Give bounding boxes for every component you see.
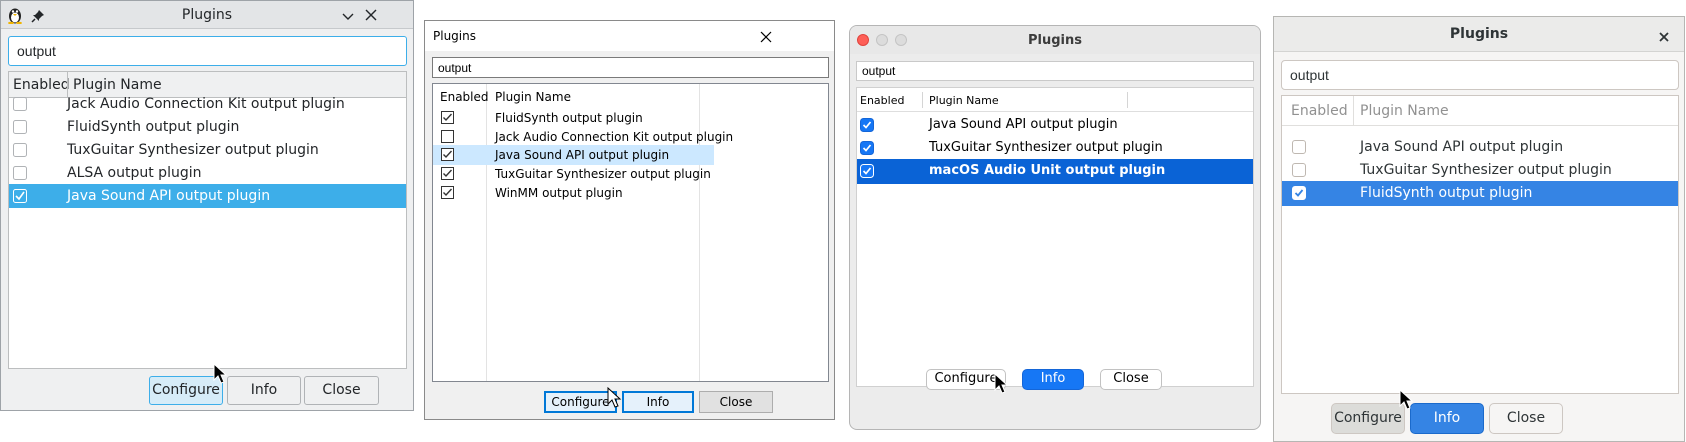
search-input[interactable] — [856, 61, 1254, 81]
window-title: Plugins — [1449, 26, 1509, 42]
enabled-checkbox-checked[interactable] — [441, 111, 455, 125]
plugin-name: Java Sound API output plugin — [1360, 139, 1564, 155]
table-row[interactable]: Jack Audio Connection Kit output plugin — [433, 127, 828, 147]
enabled-checkbox-checked[interactable] — [860, 141, 874, 155]
window-title: Plugins — [1028, 33, 1082, 48]
enabled-checkbox-checked[interactable] — [441, 148, 455, 162]
close-icon[interactable] — [364, 7, 378, 21]
close-button[interactable]: Close — [304, 376, 379, 405]
mouse-pointer-icon — [994, 372, 1010, 395]
column-divider — [922, 92, 923, 108]
plugin-name: TuxGuitar Synthesizer output plugin — [67, 142, 319, 158]
mouse-pointer-icon — [1399, 388, 1415, 411]
info-button[interactable]: Info — [1410, 403, 1484, 434]
plugin-name: TuxGuitar Synthesizer output plugin — [495, 167, 711, 181]
table-row[interactable]: TuxGuitar Synthesizer output plugin — [433, 164, 828, 184]
plugin-name: ALSA output plugin — [67, 165, 202, 181]
plugins-window-windows: Plugins Enabled Plugin Name FluidSynth o… — [424, 20, 835, 420]
plugin-name: macOS Audio Unit output plugin — [929, 163, 1166, 178]
enabled-checkbox[interactable] — [1292, 163, 1306, 177]
enabled-checkbox[interactable] — [13, 97, 27, 111]
configure-button[interactable]: Configure — [149, 376, 223, 405]
table-header: Enabled Plugin Name — [857, 88, 1253, 112]
column-header-plugin-name[interactable]: Plugin Name — [73, 77, 162, 93]
titlebar[interactable]: Plugins — [425, 21, 834, 51]
plugin-name: TuxGuitar Synthesizer output plugin — [1360, 162, 1612, 178]
close-icon[interactable] — [1658, 28, 1670, 42]
table-row-selected[interactable]: Java Sound API output plugin — [9, 184, 406, 208]
table-header: Enabled Plugin Name — [1282, 96, 1678, 126]
table-row[interactable]: TuxGuitar Synthesizer output plugin — [9, 138, 406, 162]
plugin-name: FluidSynth output plugin — [1360, 185, 1533, 201]
plugin-name: TuxGuitar Synthesizer output plugin — [929, 140, 1163, 155]
table-row[interactable]: TuxGuitar Synthesizer output plugin — [1282, 158, 1678, 183]
column-header-enabled[interactable]: Enabled — [860, 94, 904, 107]
table-row[interactable]: FluidSynth output plugin — [433, 108, 828, 128]
plugins-window-kde: Plugins Enabled Plugin Name Jack Audio C… — [0, 0, 414, 411]
plugins-window-macos: Plugins Enabled Plugin Name Java Sound A… — [849, 25, 1261, 430]
enabled-checkbox-checked[interactable] — [441, 167, 455, 181]
column-header-enabled[interactable]: Enabled — [1291, 103, 1348, 119]
plugin-name: Java Sound API output plugin — [929, 117, 1118, 132]
column-header-plugin-name[interactable]: Plugin Name — [1360, 103, 1449, 119]
plugin-name: WinMM output plugin — [495, 186, 623, 200]
configure-button[interactable]: Configure — [1331, 403, 1405, 434]
plugin-table[interactable]: Enabled Plugin Name FluidSynth output pl… — [432, 83, 829, 382]
column-header-plugin-name[interactable]: Plugin Name — [495, 90, 571, 104]
titlebar[interactable]: Plugins — [1, 1, 413, 29]
table-row[interactable]: Java Sound API output plugin — [1282, 135, 1678, 160]
enabled-checkbox[interactable] — [13, 143, 27, 157]
plugin-table[interactable]: Enabled Plugin Name Java Sound API outpu… — [1281, 95, 1679, 394]
enabled-checkbox-checked[interactable] — [13, 189, 27, 203]
enabled-checkbox-checked[interactable] — [860, 164, 874, 178]
info-button[interactable]: Info — [1022, 369, 1084, 390]
plugin-name: Jack Audio Connection Kit output plugin — [495, 130, 734, 144]
table-row[interactable]: TuxGuitar Synthesizer output plugin — [857, 136, 1253, 161]
table-row-selected[interactable]: macOS Audio Unit output plugin — [857, 159, 1253, 184]
plugin-name: Java Sound API output plugin — [67, 188, 271, 204]
enabled-checkbox[interactable] — [13, 120, 27, 134]
plugin-table[interactable]: Enabled Plugin Name Jack Audio Connectio… — [8, 71, 407, 369]
table-row-selected[interactable]: Java Sound API output plugin — [433, 145, 714, 165]
titlebar[interactable]: Plugins — [1274, 17, 1684, 52]
column-header-enabled[interactable]: Enabled — [13, 77, 70, 93]
enabled-checkbox-checked[interactable] — [860, 118, 874, 132]
mouse-pointer-icon — [607, 386, 623, 409]
table-row[interactable]: Java Sound API output plugin — [857, 113, 1253, 138]
plugin-name: FluidSynth output plugin — [67, 119, 240, 135]
plugin-name: Java Sound API output plugin — [495, 148, 670, 162]
plugin-table[interactable]: Enabled Plugin Name Java Sound API outpu… — [856, 87, 1254, 387]
enabled-checkbox[interactable] — [441, 130, 455, 144]
search-input[interactable] — [1281, 60, 1679, 90]
search-input[interactable] — [432, 57, 829, 78]
close-button[interactable]: Close — [699, 391, 773, 413]
enabled-checkbox[interactable] — [1292, 140, 1306, 154]
titlebar[interactable]: Plugins — [850, 26, 1260, 54]
close-icon[interactable] — [759, 29, 773, 43]
enabled-checkbox-checked[interactable] — [441, 186, 455, 200]
enabled-checkbox[interactable] — [13, 166, 27, 180]
table-row[interactable]: ALSA output plugin — [9, 161, 406, 185]
column-header-enabled[interactable]: Enabled — [440, 90, 489, 104]
column-divider — [1127, 92, 1128, 108]
table-row[interactable]: Jack Audio Connection Kit output plugin — [9, 92, 406, 116]
info-button[interactable]: Info — [622, 391, 694, 413]
table-header: Enabled Plugin Name — [433, 84, 828, 108]
plugins-window-gnome: Plugins Enabled Plugin Name Java Sound A… — [1273, 16, 1685, 442]
table-row[interactable]: FluidSynth output plugin — [9, 115, 406, 139]
table-row-selected[interactable]: FluidSynth output plugin — [1282, 181, 1678, 206]
plugin-name: Jack Audio Connection Kit output plugin — [67, 96, 345, 112]
close-button[interactable]: Close — [1489, 403, 1563, 434]
column-header-plugin-name[interactable]: Plugin Name — [929, 94, 999, 107]
plugin-name: FluidSynth output plugin — [495, 111, 643, 125]
chevron-down-icon[interactable] — [341, 9, 355, 23]
column-divider — [1353, 96, 1354, 125]
close-button[interactable]: Close — [1100, 369, 1162, 390]
search-input[interactable] — [8, 36, 407, 66]
table-row[interactable]: WinMM output plugin — [433, 183, 828, 203]
mouse-pointer-icon — [213, 362, 229, 385]
window-title: Plugins — [433, 29, 476, 43]
enabled-checkbox-checked[interactable] — [1292, 186, 1306, 200]
info-button[interactable]: Info — [227, 376, 301, 405]
